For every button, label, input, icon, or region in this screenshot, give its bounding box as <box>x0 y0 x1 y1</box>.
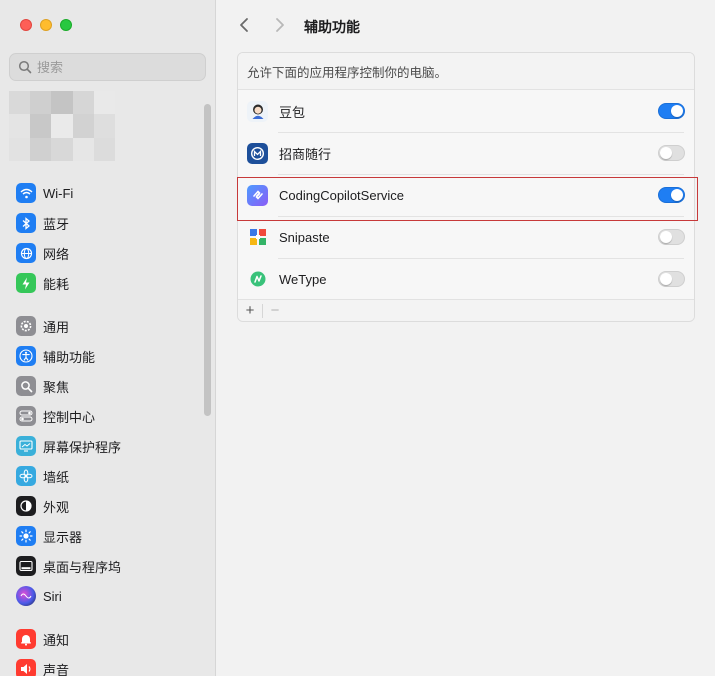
settings-window: Wi-Fi 蓝牙 网络 能耗 <box>0 0 715 676</box>
siri-icon <box>16 586 36 606</box>
toggle-snipaste[interactable] <box>658 229 685 245</box>
sidebar-item-label: 聚焦 <box>43 379 70 395</box>
screensaver-icon <box>16 436 36 456</box>
sidebar-item-wallpaper[interactable]: 墙纸 <box>9 461 199 491</box>
permission-description: 允许下面的应用程序控制你的电脑。 <box>238 53 694 90</box>
sidebar-item-accessibility[interactable]: 辅助功能 <box>9 341 199 371</box>
wetype-icon <box>247 269 268 290</box>
toggle-knob <box>671 105 683 117</box>
chevron-left-icon <box>240 18 248 32</box>
app-row-zhaoshang: 招商随行 <box>238 132 694 174</box>
app-name: Snipaste <box>279 229 330 245</box>
battery-bolt-icon <box>16 273 36 293</box>
search-box[interactable] <box>9 53 206 81</box>
account-avatar[interactable] <box>9 91 115 161</box>
sidebar-item-network[interactable]: 网络 <box>9 238 199 268</box>
page-title: 辅助功能 <box>304 19 360 35</box>
window-controls <box>20 19 72 31</box>
gear-icon <box>16 316 36 336</box>
selection-highlight <box>237 177 698 221</box>
app-row-wetype: WeType <box>238 258 694 300</box>
sidebar-group-notifications: 通知 声音 <box>9 624 199 676</box>
toggle-knob <box>660 147 672 159</box>
appearance-icon <box>16 496 36 516</box>
sidebar-item-label: 辅助功能 <box>43 349 96 365</box>
sidebar-item-label: 墙纸 <box>43 469 70 485</box>
sidebar-scrollbar[interactable] <box>204 104 211 416</box>
toggle-zhaoshang[interactable] <box>658 145 685 161</box>
speaker-icon <box>16 659 36 676</box>
dock-icon <box>16 556 36 576</box>
back-button[interactable] <box>234 15 254 35</box>
sidebar-item-wifi[interactable]: Wi-Fi <box>9 178 199 208</box>
toggle-knob <box>660 273 672 285</box>
sidebar-item-siri[interactable]: Siri <box>9 581 199 611</box>
sidebar-item-screensaver[interactable]: 屏幕保护程序 <box>9 431 199 461</box>
sidebar-item-sound[interactable]: 声音 <box>9 654 199 676</box>
remove-app-button[interactable]: − <box>263 300 287 322</box>
snipaste-icon <box>247 227 268 248</box>
sidebar-group-system: 通用 辅助功能 聚焦 控制中心 屏幕保护程序 墙纸 外观 显示器 桌面与程序坞 … <box>9 311 199 611</box>
search-icon <box>18 60 32 74</box>
display-icon <box>16 526 36 546</box>
forward-button[interactable] <box>270 15 290 35</box>
wifi-icon <box>16 183 36 203</box>
sidebar-item-label: 通用 <box>43 319 70 335</box>
sidebar-item-spotlight[interactable]: 聚焦 <box>9 371 199 401</box>
bell-icon <box>16 629 36 649</box>
sidebar-item-desktop-dock[interactable]: 桌面与程序坞 <box>9 551 199 581</box>
search-input[interactable] <box>37 59 197 75</box>
app-row-snipaste: Snipaste <box>238 216 694 258</box>
chevron-right-icon <box>276 18 284 32</box>
sidebar-item-label: Siri <box>43 588 62 604</box>
sidebar-item-bluetooth[interactable]: 蓝牙 <box>9 208 199 238</box>
control-center-icon <box>16 406 36 426</box>
main-pane: 辅助功能 允许下面的应用程序控制你的电脑。 豆包 招商随行 CodingCopi… <box>217 0 715 676</box>
sidebar-item-label: 显示器 <box>43 529 83 545</box>
close-window-button[interactable] <box>20 19 32 31</box>
sidebar-item-label: 网络 <box>43 246 70 262</box>
app-name: WeType <box>279 271 327 287</box>
app-row-doubao: 豆包 <box>238 90 694 132</box>
app-name: 招商随行 <box>279 146 332 162</box>
toolbar: 辅助功能 <box>217 0 715 50</box>
add-app-button[interactable]: + <box>238 300 262 322</box>
wallpaper-icon <box>16 466 36 486</box>
sidebar-item-label: 声音 <box>43 662 70 676</box>
doubao-icon <box>247 100 268 122</box>
zoom-window-button[interactable] <box>60 19 72 31</box>
sidebar-item-label: 通知 <box>43 632 70 648</box>
sidebar-group-network: Wi-Fi 蓝牙 网络 能耗 <box>9 178 199 298</box>
sidebar-item-label: 能耗 <box>43 276 70 292</box>
sidebar-item-appearance[interactable]: 外观 <box>9 491 199 521</box>
sidebar-item-label: 屏幕保护程序 <box>43 439 122 455</box>
sidebar-item-control-center[interactable]: 控制中心 <box>9 401 199 431</box>
bluetooth-icon <box>16 213 36 233</box>
sidebar-item-label: Wi-Fi <box>43 185 74 201</box>
minimize-window-button[interactable] <box>40 19 52 31</box>
sidebar-item-label: 蓝牙 <box>43 216 70 232</box>
sidebar-item-label: 控制中心 <box>43 409 96 425</box>
toggle-doubao[interactable] <box>658 103 685 119</box>
spotlight-icon <box>16 376 36 396</box>
zhaoshang-icon <box>247 142 268 164</box>
sidebar-item-label: 外观 <box>43 499 70 515</box>
sidebar-item-general[interactable]: 通用 <box>9 311 199 341</box>
sidebar-item-energy[interactable]: 能耗 <box>9 268 199 298</box>
sidebar-item-displays[interactable]: 显示器 <box>9 521 199 551</box>
list-footer: + − <box>238 299 694 321</box>
toggle-wetype[interactable] <box>658 271 685 287</box>
sidebar-item-notifications[interactable]: 通知 <box>9 624 199 654</box>
globe-icon <box>16 243 36 263</box>
toggle-knob <box>660 231 672 243</box>
accessibility-icon <box>16 346 36 366</box>
app-name: 豆包 <box>279 104 306 120</box>
sidebar: Wi-Fi 蓝牙 网络 能耗 <box>0 0 216 676</box>
sidebar-item-label: 桌面与程序坞 <box>43 559 122 575</box>
